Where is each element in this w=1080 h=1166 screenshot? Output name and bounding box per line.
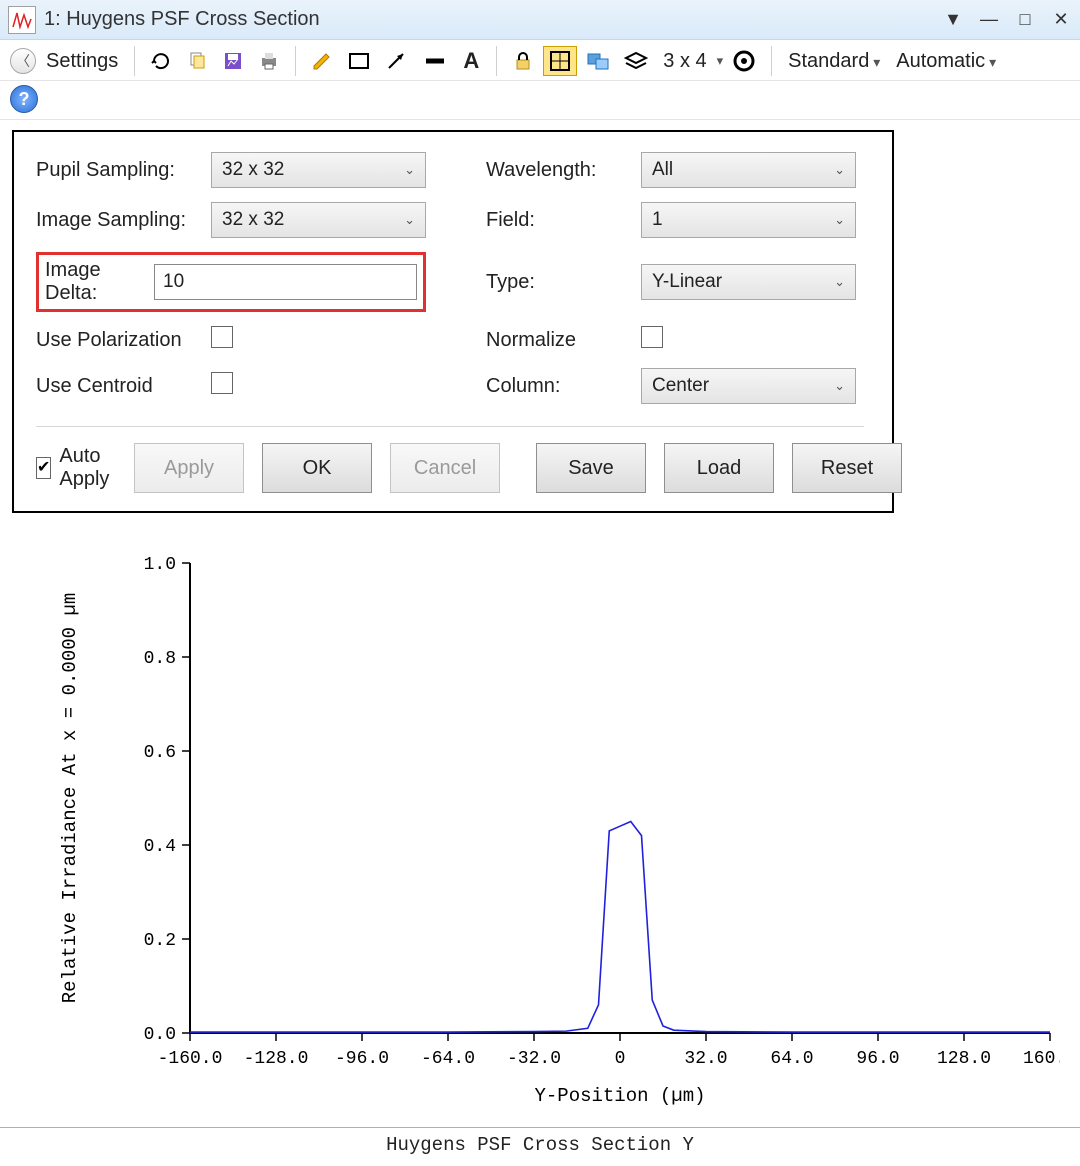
svg-text:0.6: 0.6	[144, 743, 176, 763]
use-centroid-checkbox[interactable]	[211, 372, 233, 394]
svg-text:64.0: 64.0	[770, 1049, 813, 1069]
svg-text:0: 0	[615, 1049, 626, 1069]
pupil-sampling-label: Pupil Sampling:	[36, 159, 211, 182]
standard-dropdown[interactable]: Standard	[782, 50, 886, 73]
cancel-button[interactable]: Cancel	[390, 443, 500, 493]
apply-button[interactable]: Apply	[134, 443, 244, 493]
save-button[interactable]: Save	[536, 443, 646, 493]
arrow-icon[interactable]	[380, 46, 414, 76]
field-combo[interactable]: 1 ⌄	[641, 202, 856, 238]
column-combo[interactable]: Center ⌄	[641, 368, 856, 404]
chevron-down-icon: ⌄	[834, 162, 845, 178]
use-polarization-label: Use Polarization	[36, 329, 211, 352]
image-sampling-label: Image Sampling:	[36, 209, 211, 232]
field-value: 1	[652, 209, 663, 231]
chevron-down-icon: ⌄	[834, 212, 845, 228]
load-button[interactable]: Load	[664, 443, 774, 493]
footer-bar: Huygens PSF Cross Section Y	[0, 1127, 1080, 1166]
type-combo[interactable]: Y-Linear ⌄	[641, 264, 856, 300]
svg-text:0.4: 0.4	[144, 837, 176, 857]
field-label: Field:	[486, 209, 641, 232]
chevron-down-icon: ⌄	[404, 162, 415, 178]
rectangle-icon[interactable]	[342, 46, 376, 76]
svg-text:-96.0: -96.0	[335, 1049, 389, 1069]
auto-apply-checkbox[interactable]: ✔	[36, 457, 51, 479]
chevron-down-icon: ⌄	[834, 378, 845, 394]
reset-button[interactable]: Reset	[792, 443, 902, 493]
text-tool-icon[interactable]: A	[456, 46, 486, 76]
svg-text:128.0: 128.0	[937, 1049, 991, 1069]
automatic-dropdown[interactable]: Automatic	[890, 50, 1002, 73]
help-icon[interactable]: ?	[10, 85, 38, 113]
column-value: Center	[652, 375, 709, 397]
window-menu-icon[interactable]: ▼	[942, 9, 964, 30]
svg-text:-64.0: -64.0	[421, 1049, 475, 1069]
column-label: Column:	[486, 375, 641, 398]
normalize-checkbox[interactable]	[641, 326, 663, 348]
svg-text:-160.0: -160.0	[158, 1049, 223, 1069]
lock-icon[interactable]	[507, 46, 539, 76]
psf-chart: 0.0 0.2 0.4 0.6 0.8 1.0 -160.0 -128.0 -96.0 -64.0…	[20, 553, 1060, 1113]
svg-text:96.0: 96.0	[856, 1049, 899, 1069]
print-icon[interactable]	[253, 46, 285, 76]
svg-text:0.2: 0.2	[144, 931, 176, 951]
footer-title: Huygens PSF Cross Section Y	[386, 1134, 694, 1156]
titlebar: 1: Huygens PSF Cross Section ▼ — □ ✕	[0, 0, 1080, 40]
chevron-down-icon: ⌄	[404, 212, 415, 228]
svg-text:Relative Irradiance At x = 0.0: Relative Irradiance At x = 0.0000 µm	[59, 593, 81, 1003]
svg-text:-32.0: -32.0	[507, 1049, 561, 1069]
layers-icon[interactable]	[619, 46, 653, 76]
grid-size-label[interactable]: 3 x 4	[657, 50, 712, 73]
app-icon	[8, 6, 36, 34]
chevron-down-icon: ⌄	[834, 274, 845, 290]
window-controls: ▼ — □ ✕	[942, 9, 1072, 30]
copy-icon[interactable]	[181, 46, 213, 76]
use-centroid-label: Use Centroid	[36, 375, 211, 398]
close-button[interactable]: ✕	[1050, 9, 1072, 30]
auto-apply-label: Auto Apply	[59, 445, 116, 491]
svg-text:1.0: 1.0	[144, 555, 176, 575]
window-title: 1: Huygens PSF Cross Section	[44, 8, 934, 31]
save-chart-icon[interactable]	[217, 46, 249, 76]
image-delta-row-highlight: Image Delta:	[36, 252, 426, 312]
minimize-button[interactable]: —	[978, 9, 1000, 30]
line-icon[interactable]	[418, 46, 452, 76]
pupil-sampling-value: 32 x 32	[222, 159, 284, 181]
svg-text:0.8: 0.8	[144, 649, 176, 669]
type-label: Type:	[486, 271, 641, 294]
zoom-extents-icon[interactable]	[543, 46, 577, 76]
pupil-sampling-combo[interactable]: 32 x 32 ⌄	[211, 152, 426, 188]
ok-button[interactable]: OK	[262, 443, 372, 493]
svg-text:160.0: 160.0	[1023, 1049, 1060, 1069]
expand-settings-icon[interactable]: 〈	[10, 48, 36, 74]
target-icon[interactable]	[727, 46, 761, 76]
svg-text:Y-Position (µm): Y-Position (µm)	[534, 1085, 705, 1107]
pencil-icon[interactable]	[306, 46, 338, 76]
wavelength-combo[interactable]: All ⌄	[641, 152, 856, 188]
use-polarization-checkbox[interactable]	[211, 326, 233, 348]
refresh-icon[interactable]	[145, 46, 177, 76]
image-sampling-combo[interactable]: 32 x 32 ⌄	[211, 202, 426, 238]
wavelength-label: Wavelength:	[486, 159, 641, 182]
normalize-label: Normalize	[486, 329, 641, 352]
window-layout-icon[interactable]	[581, 46, 615, 76]
svg-text:0.0: 0.0	[144, 1025, 176, 1045]
maximize-button[interactable]: □	[1014, 9, 1036, 30]
type-value: Y-Linear	[652, 271, 722, 293]
wavelength-value: All	[652, 159, 673, 181]
chart-area: 0.0 0.2 0.4 0.6 0.8 1.0 -160.0 -128.0 -96.0 -64.0…	[0, 513, 1080, 1113]
svg-text:-128.0: -128.0	[244, 1049, 309, 1069]
image-delta-input[interactable]	[154, 264, 417, 300]
auto-apply-toggle[interactable]: ✔ Auto Apply	[36, 445, 116, 491]
svg-text:32.0: 32.0	[684, 1049, 727, 1069]
toolbar-row-2: ?	[0, 81, 1080, 120]
image-sampling-value: 32 x 32	[222, 209, 284, 231]
settings-label[interactable]: Settings	[40, 50, 124, 73]
toolbar: 〈 Settings A 3 x 4 ▾ Standard Aut	[0, 40, 1080, 81]
settings-panel: Pupil Sampling: 32 x 32 ⌄ Wavelength: Al…	[12, 130, 894, 513]
image-delta-label: Image Delta:	[45, 259, 134, 305]
